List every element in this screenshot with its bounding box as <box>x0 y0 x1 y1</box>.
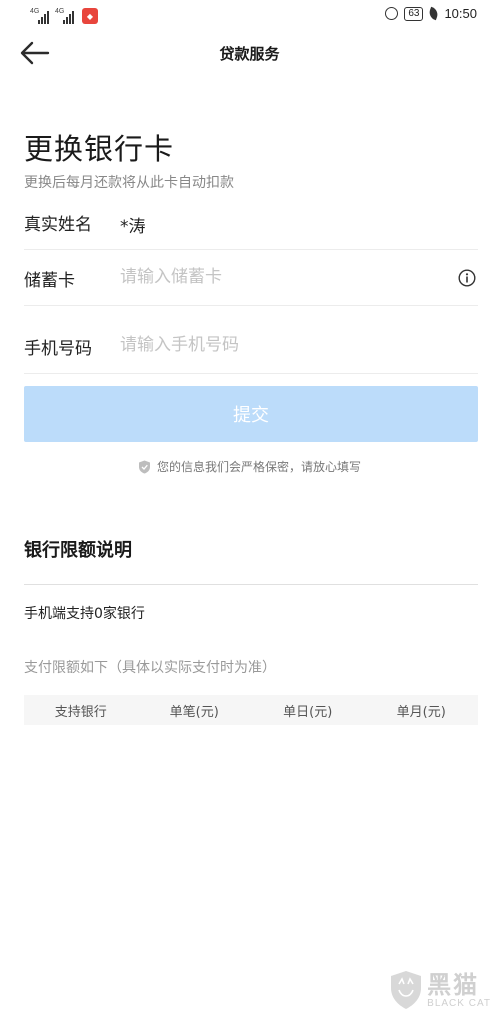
nav-bar: 贷款服务 <box>0 30 499 76</box>
battery-indicator: 63 <box>404 6 424 21</box>
network-type-label: 4G <box>30 8 40 15</box>
section-divider <box>24 584 478 585</box>
limits-table-header: 支持银行 单笔(元) 单日(元) 单月(元) <box>24 695 478 725</box>
watermark-cn: 黑猫 <box>427 970 480 999</box>
name-row: 真实姓名 *涛 <box>24 194 478 250</box>
phone-row: 手机号码 <box>24 318 478 374</box>
page-title: 更换银行卡 <box>24 132 175 166</box>
privacy-note: 您的信息我们会严格保密，请放心填写 <box>0 458 499 475</box>
limit-note: 支付限额如下（具体以实际支付时为准） <box>24 660 276 676</box>
status-time: 10:50 <box>444 6 477 21</box>
notification-app-icon: ◆ <box>82 8 98 24</box>
supported-banks-count: 手机端支持0家银行 <box>24 606 145 622</box>
watermark: 黑猫 BLACK CAT <box>389 970 491 1010</box>
name-label: 真实姓名 <box>24 215 92 235</box>
watermark-text: 黑猫 BLACK CAT <box>427 972 491 1009</box>
nav-title: 贷款服务 <box>219 45 280 63</box>
signal-icon: 4G <box>30 8 49 24</box>
name-value: *涛 <box>120 217 146 237</box>
column-header-monthly: 单月(元) <box>396 704 446 720</box>
column-header-bank: 支持银行 <box>54 704 107 720</box>
submit-button[interactable]: 提交 <box>24 386 478 442</box>
card-number-input[interactable] <box>120 263 440 291</box>
status-bar: 4G 4G ◆ 63 10:50 <box>0 0 499 30</box>
column-header-per-transaction: 单笔(元) <box>169 704 219 720</box>
shield-icon <box>138 460 150 473</box>
phone-label: 手机号码 <box>24 339 92 359</box>
card-row: 储蓄卡 <box>24 250 478 306</box>
column-header-daily: 单日(元) <box>283 704 333 720</box>
privacy-text: 您的信息我们会严格保密，请放心填写 <box>156 460 361 474</box>
watermark-en: BLACK CAT <box>427 997 491 1009</box>
info-icon[interactable] <box>458 269 476 287</box>
phone-input[interactable] <box>120 331 440 359</box>
signal-icon-2: 4G <box>55 8 74 24</box>
status-bar-right: 63 10:50 <box>385 6 477 21</box>
bank-limits-title: 银行限额说明 <box>24 540 132 561</box>
status-bar-left: 4G 4G ◆ <box>30 6 98 24</box>
power-saving-icon <box>427 6 441 21</box>
black-cat-logo-icon <box>391 971 422 1009</box>
page-subtitle: 更换后每月还款将从此卡自动扣款 <box>24 175 234 191</box>
network-type-label-2: 4G <box>55 8 65 15</box>
alarm-icon <box>385 7 399 20</box>
card-label: 储蓄卡 <box>24 271 75 291</box>
